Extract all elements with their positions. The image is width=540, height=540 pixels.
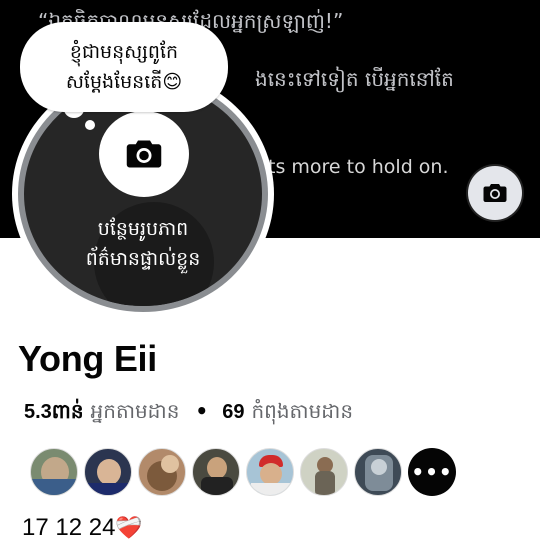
note-line1: ខ្ញុំជាមនុស្សពូកែ [69,41,179,63]
cover-text-line: ងនេះទៅទៀត បើអ្នកនៅតែ [255,67,454,91]
add-photo-line2: ព័ត៌មានផ្ទាល់ខ្លួន [85,248,201,270]
following-count[interactable]: 69 [222,401,244,424]
see-all-friends-button[interactable]: ••• [408,448,456,496]
friend-avatar[interactable] [354,448,402,496]
stats-separator: • [195,399,209,423]
camera-icon [483,184,507,202]
bio-text: 17 12 24 [22,514,116,540]
friend-avatar[interactable] [192,448,240,496]
profile-name: Yong Eii [18,338,157,379]
camera-icon [126,140,162,168]
friend-avatar[interactable] [30,448,78,496]
follow-stats: 5.3ពាន់ អ្នកតាមដាន • 69 កំពុងតាមដាន [24,398,353,428]
mending-heart-icon: ❤️‍🩹 [115,515,143,540]
profile-note-bubble[interactable]: ខ្ញុំជាមនុស្សពូកែ សម្ដែងមែនតើ😊 [20,22,228,112]
smile-emoji-icon: 😊 [162,71,183,93]
edit-cover-photo-button[interactable] [468,166,522,220]
cover-text-line: ts more to hold on. [268,156,449,178]
note-line2: សម្ដែងមែនតើ [65,71,163,93]
profile-bio: 17 12 24❤️‍🩹 [22,514,143,540]
friend-avatar[interactable] [84,448,132,496]
friend-avatar[interactable] [246,448,294,496]
followers-label[interactable]: អ្នកតាមដាន [91,398,180,428]
add-photo-line1: បន្ថែមរូបភាព [97,218,189,240]
bubble-tail-dot [85,120,95,130]
add-profile-photo-button[interactable] [99,111,189,197]
friend-avatar[interactable] [300,448,348,496]
add-profile-photo-label[interactable]: បន្ថែមរូបភាព ព័ត៌មានផ្ទាល់ខ្លួន [40,214,246,274]
followers-count[interactable]: 5.3ពាន់ [24,398,84,428]
following-label[interactable]: កំពុងតាមដាន [251,398,353,428]
friend-avatar[interactable] [138,448,186,496]
